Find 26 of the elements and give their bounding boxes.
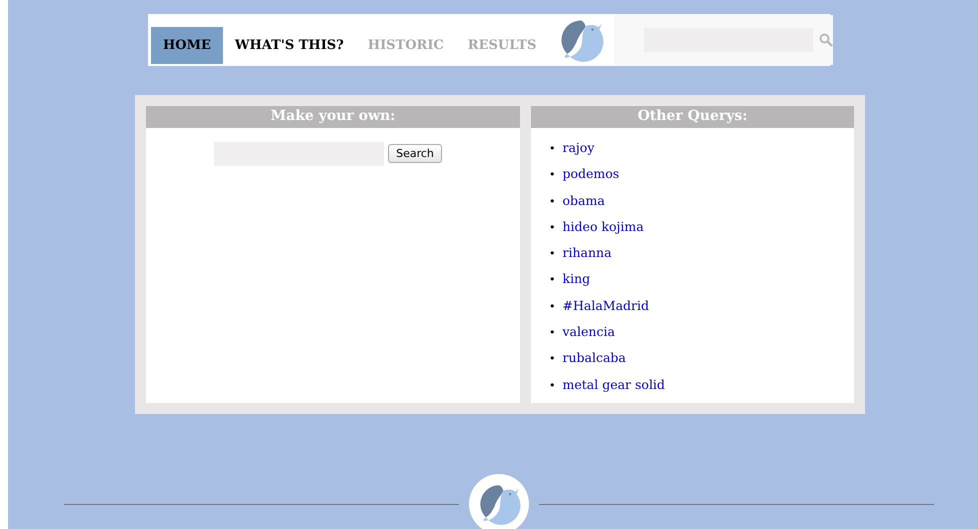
bullet: • — [549, 141, 556, 157]
query-link[interactable]: hideo kojima — [562, 218, 644, 246]
query-link[interactable]: metal gear solid — [562, 376, 665, 403]
search-icon[interactable] — [819, 33, 834, 47]
query-link[interactable]: #HalaMadrid — [562, 298, 650, 324]
panel-title: Other Querys: — [531, 106, 854, 128]
query-link[interactable]: king — [562, 271, 590, 298]
bullet: • — [549, 246, 556, 262]
query-link[interactable]: podemos — [562, 166, 620, 193]
query-link[interactable]: valencia — [562, 324, 615, 350]
panel-title: Make your own: — [146, 106, 520, 128]
bullet: • — [549, 220, 556, 236]
bullet: • — [549, 298, 556, 315]
nav-tab[interactable]: HOME — [151, 27, 223, 64]
bullet: • — [549, 272, 556, 288]
query-link[interactable]: rubalcaba — [562, 350, 626, 377]
bullet: • — [549, 378, 556, 394]
bullet: • — [549, 351, 556, 368]
bullet: • — [549, 167, 556, 184]
nav-tab[interactable]: WHAT'S THIS? — [222, 27, 356, 64]
bullet: • — [549, 194, 556, 210]
bullet: • — [549, 325, 556, 342]
query-link[interactable]: rajoy — [562, 140, 594, 166]
query-link[interactable]: rihanna — [562, 245, 612, 272]
query-link[interactable]: obama — [562, 192, 605, 219]
search-button[interactable]: Search — [388, 144, 442, 163]
